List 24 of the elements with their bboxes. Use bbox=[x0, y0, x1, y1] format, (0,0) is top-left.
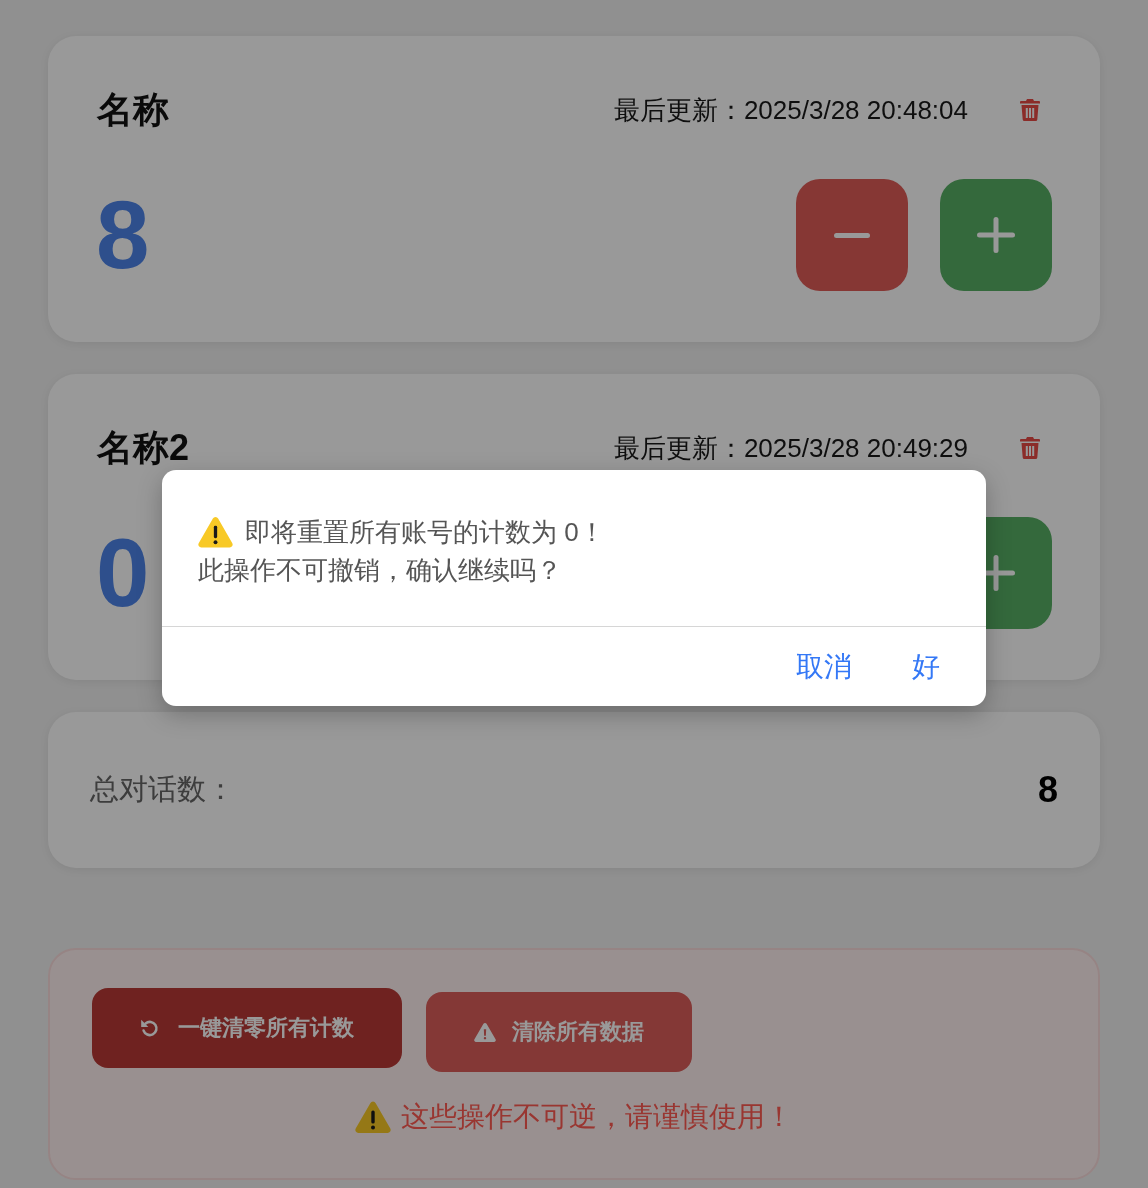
plus-icon bbox=[977, 217, 1015, 253]
warning-icon bbox=[198, 516, 233, 548]
count-value: 8 bbox=[96, 187, 150, 283]
decrement-button[interactable] bbox=[796, 179, 908, 291]
clear-data-button[interactable]: 清除所有数据 bbox=[426, 992, 692, 1072]
reset-counts-button[interactable]: 一键清零所有计数 bbox=[92, 988, 402, 1068]
summary-label: 总对话数： bbox=[90, 772, 235, 807]
summary-value: 8 bbox=[1037, 769, 1058, 811]
warning-text: 这些操作不可逆，请谨慎使用！ bbox=[401, 1100, 793, 1134]
last-updated-text: 最后更新：2025/3/28 20:49:29 bbox=[613, 432, 968, 465]
dialog-message: 此操作不可撤销，确认继续吗？ bbox=[198, 554, 562, 587]
warning-icon bbox=[355, 1101, 391, 1133]
warning-icon bbox=[474, 1022, 496, 1042]
dialog-button[interactable]: 好 bbox=[900, 643, 952, 690]
undo-icon bbox=[140, 1018, 160, 1038]
dialog-button[interactable]: 取消 bbox=[784, 643, 864, 690]
counter-name: 名称2 bbox=[97, 426, 190, 470]
trash-icon[interactable] bbox=[1020, 99, 1040, 121]
counter-name: 名称 bbox=[97, 88, 169, 132]
trash-icon[interactable] bbox=[1020, 437, 1040, 459]
count-value: 0 bbox=[96, 525, 150, 621]
minus-icon bbox=[834, 232, 870, 238]
dialog-message: 即将重置所有账号的计数为 0！ bbox=[245, 516, 605, 549]
last-updated-text: 最后更新：2025/3/28 20:48:04 bbox=[613, 94, 968, 127]
